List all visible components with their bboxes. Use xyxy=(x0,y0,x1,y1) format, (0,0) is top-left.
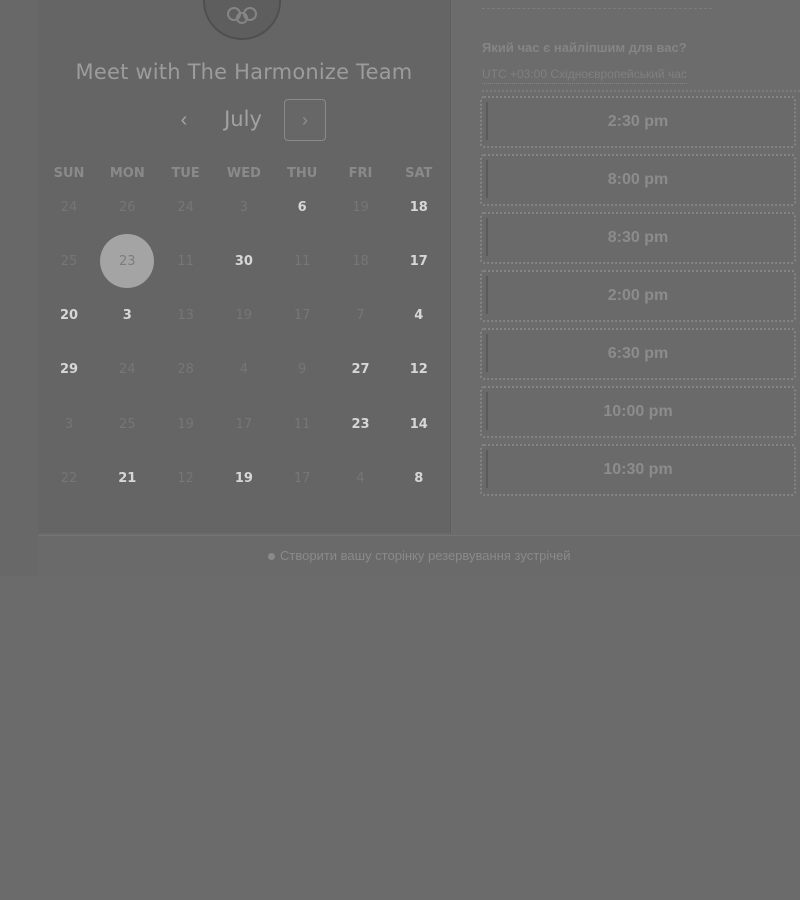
calendar-day: 28 xyxy=(177,362,194,378)
timezone-selector[interactable]: UTC +03:00 Східноєвропейський час xyxy=(482,67,687,84)
calendar-day: 17 xyxy=(235,416,253,432)
page-left-edge xyxy=(0,0,39,580)
time-slot-button[interactable]: 2:00 pm xyxy=(480,270,796,322)
calendar-day[interactable]: 4 xyxy=(392,289,446,343)
time-slot-label: 10:00 pm xyxy=(603,403,673,420)
calendar-day: 4 xyxy=(356,471,365,486)
calendar-day: 26 xyxy=(119,199,136,215)
calendar-day[interactable]: 12 xyxy=(392,343,446,397)
slot-edge-marker xyxy=(486,218,491,256)
time-slot-label: 10:30 pm xyxy=(603,461,673,478)
calendar-day[interactable]: 19 xyxy=(217,452,271,506)
time-slot-button[interactable]: 10:00 pm xyxy=(480,386,796,438)
slot-edge-marker xyxy=(486,160,491,198)
section-divider xyxy=(482,90,800,95)
chevron-right-icon: › xyxy=(302,109,308,130)
weekday-label: MON xyxy=(109,166,145,181)
calendar-day: 11 xyxy=(293,253,311,269)
calendar-title: Meet with The Harmonize Team xyxy=(75,60,413,84)
month-navigation: ‹ July › xyxy=(38,99,450,141)
next-month-button[interactable]: › xyxy=(284,99,326,141)
slot-edge-marker xyxy=(486,334,491,372)
calendar-day: 3 xyxy=(239,199,249,215)
weekday-label: SUN xyxy=(53,166,85,181)
time-slot-label: 8:00 pm xyxy=(607,171,669,188)
bullet-icon xyxy=(268,553,275,561)
calendar-day: 9 xyxy=(298,362,307,378)
calendar-day[interactable]: 17 xyxy=(392,234,446,288)
calendar-day: 18 xyxy=(352,253,369,269)
calendar-day[interactable]: 27 xyxy=(334,343,388,397)
team-logo-icon xyxy=(227,7,257,24)
calendar-day[interactable]: 8 xyxy=(392,452,446,506)
calendar-day: 13 xyxy=(177,308,194,324)
calendar-day: 17 xyxy=(293,308,311,324)
calendar-day: 17 xyxy=(293,471,311,486)
weekday-label: TUE xyxy=(171,166,200,181)
time-slot-panel: Який час є найліпшим для вас? UTC +03:00… xyxy=(452,0,800,533)
team-avatar xyxy=(203,0,281,40)
calendar-day: 3 xyxy=(64,416,74,432)
month-label: July xyxy=(224,107,262,131)
calendar-day: 11 xyxy=(177,253,194,269)
calendar-day[interactable]: 14 xyxy=(392,397,446,451)
slot-edge-marker xyxy=(486,102,491,140)
calendar-day[interactable]: 6 xyxy=(275,180,329,234)
create-booking-page-link[interactable]: Створити вашу сторінку резервування зуст… xyxy=(268,548,571,563)
calendar-day: 22 xyxy=(60,471,78,486)
calendar-day: 12 xyxy=(177,471,194,486)
calendar-day[interactable]: 30 xyxy=(217,234,271,288)
time-question-heading: Який час є найліпшим для вас? xyxy=(482,40,687,55)
calendar-day: 11 xyxy=(293,416,311,432)
time-slot-label: 2:00 pm xyxy=(607,287,669,304)
weekday-label: FRI xyxy=(348,166,373,181)
calendar-day: 24 xyxy=(60,199,78,215)
calendar-day: 25 xyxy=(60,253,78,269)
calendar-day[interactable]: 23 xyxy=(334,397,388,451)
time-slot-label: 2:30 pm xyxy=(607,113,669,130)
calendar-day[interactable]: 29 xyxy=(42,343,96,397)
time-slot-button[interactable]: 10:30 pm xyxy=(480,444,796,496)
calendar-day: 24 xyxy=(177,199,194,215)
calendar-day: 24 xyxy=(119,362,136,378)
slot-edge-marker xyxy=(486,276,491,314)
prev-month-button[interactable]: ‹ xyxy=(164,99,204,141)
calendar-day[interactable]: 21 xyxy=(100,452,154,506)
calendar-day-selected[interactable]: 23 xyxy=(100,234,155,289)
booking-page: Meet with The Harmonize Team ‹ July › SU… xyxy=(0,0,800,900)
slot-edge-marker xyxy=(486,392,491,430)
calendar-day[interactable]: 18 xyxy=(392,180,446,234)
weekday-label: THU xyxy=(287,166,318,181)
time-slot-button[interactable]: 8:30 pm xyxy=(480,212,796,264)
calendar-day: 7 xyxy=(356,308,365,324)
calendar-day: 19 xyxy=(352,199,369,215)
footer-bar: Створити вашу сторінку резервування зуст… xyxy=(38,535,800,577)
time-slot-label: 6:30 pm xyxy=(607,345,669,362)
calendar-day[interactable]: 20 xyxy=(42,289,96,343)
calendar-panel: Meet with The Harmonize Team ‹ July › SU… xyxy=(38,0,451,533)
footer-link-text: Створити вашу сторінку резервування зуст… xyxy=(280,548,571,563)
calendar-day: 19 xyxy=(235,308,253,324)
top-divider xyxy=(482,0,712,9)
time-slot-button[interactable]: 8:00 pm xyxy=(480,154,796,206)
calendar-day: 4 xyxy=(239,362,249,378)
chevron-left-icon: ‹ xyxy=(180,108,188,131)
weekday-label: SAT xyxy=(405,166,433,181)
weekday-label: WED xyxy=(226,166,261,181)
time-slot-button[interactable]: 2:30 pm xyxy=(480,96,796,148)
calendar-day: 19 xyxy=(177,416,194,432)
time-slot-label: 8:30 pm xyxy=(607,229,669,246)
page-background xyxy=(0,576,800,900)
time-slot-button[interactable]: 6:30 pm xyxy=(480,328,796,380)
calendar-day[interactable]: 3 xyxy=(100,289,154,343)
calendar-day: 25 xyxy=(119,416,136,432)
slot-edge-marker xyxy=(486,450,491,488)
